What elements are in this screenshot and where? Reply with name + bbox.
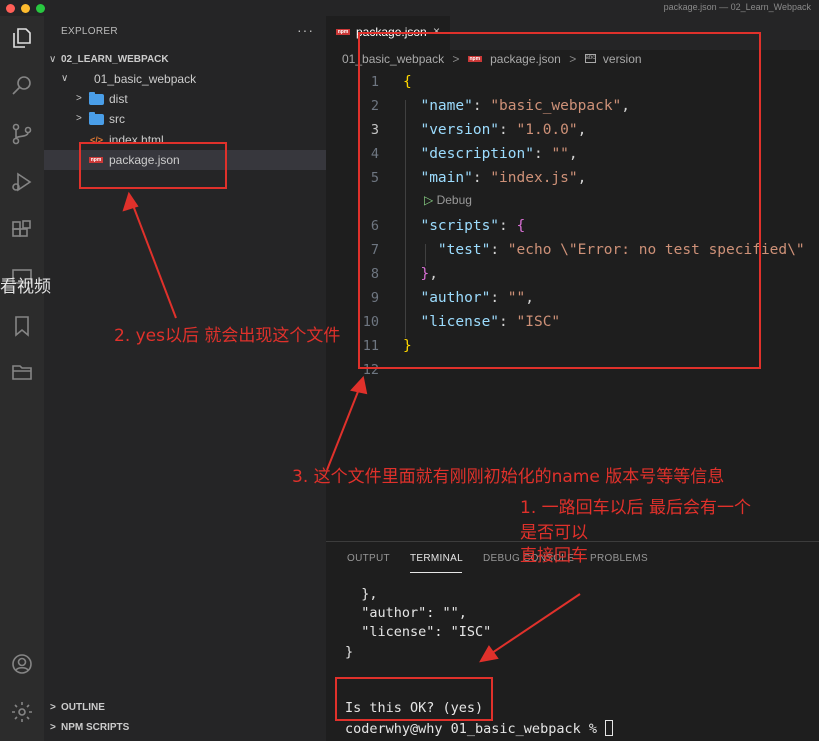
active-tab-indicator <box>410 572 462 573</box>
extensions-icon[interactable] <box>10 218 34 242</box>
tree-item-src[interactable]: > src <box>44 109 326 129</box>
tree-item-01-basic-webpack[interactable]: ∨ 01_basic_webpack <box>44 69 326 89</box>
terminal-line: "author": "", <box>345 605 467 621</box>
annotation-note-3: 3. 这个文件里面就有刚刚初始化的name 版本号等等信息 <box>292 467 725 487</box>
window-title: package.json — 02_Learn_Webpack <box>663 2 811 12</box>
annotation-note-1-line2: 是否可以 <box>520 523 588 543</box>
search-icon[interactable] <box>10 74 34 98</box>
folder-icon <box>89 92 104 105</box>
title-bar: package.json — 02_Learn_Webpack <box>0 0 819 16</box>
section-label: OUTLINE <box>61 702 105 713</box>
npm-scripts-section[interactable]: > NPM SCRIPTS <box>44 718 326 738</box>
tab-problems[interactable]: PROBLEMS <box>590 553 648 564</box>
explorer-sidebar: EXPLORER ··· ∨ 02_LEARN_WEBPACK ∨ 01_bas… <box>44 16 326 741</box>
tree-item-label: 01_basic_webpack <box>94 72 197 86</box>
account-icon[interactable] <box>10 652 34 676</box>
workspace-label: 02_LEARN_WEBPACK <box>61 54 169 65</box>
highlight-box-terminal <box>335 677 493 721</box>
tab-output[interactable]: OUTPUT <box>347 553 390 564</box>
folder-icon[interactable] <box>10 360 34 384</box>
run-debug-icon[interactable] <box>10 170 34 194</box>
tab-terminal[interactable]: TERMINAL <box>410 553 463 564</box>
annotation-note-1-line3: 直接回车 <box>520 546 588 566</box>
minimize-window-button[interactable] <box>21 4 30 13</box>
bookmark-icon[interactable] <box>10 314 34 338</box>
settings-gear-icon[interactable] <box>10 700 34 724</box>
more-actions-icon[interactable]: ··· <box>297 22 314 38</box>
terminal-line: } <box>345 644 354 660</box>
workspace-root[interactable]: ∨ 02_LEARN_WEBPACK <box>44 50 326 70</box>
chevron-down-icon: ∨ <box>61 73 69 84</box>
terminal-line: }, <box>345 586 378 602</box>
close-window-button[interactable] <box>6 4 15 13</box>
terminal-cursor <box>605 720 614 736</box>
source-control-icon[interactable] <box>10 122 34 146</box>
highlight-box-package-json <box>79 142 227 189</box>
folder-icon <box>89 112 104 125</box>
chevron-right-icon: > <box>50 702 56 713</box>
tree-item-dist[interactable]: > dist <box>44 89 326 109</box>
tree-item-label: src <box>109 112 125 126</box>
chevron-down-icon: ∨ <box>49 54 57 65</box>
chevron-right-icon: > <box>50 722 56 733</box>
highlight-box-editor <box>358 32 761 369</box>
explorer-header: EXPLORER <box>61 26 118 37</box>
outline-section[interactable]: > OUTLINE <box>44 698 326 718</box>
maximize-window-button[interactable] <box>36 4 45 13</box>
annotation-note-2: 2. yes以后 就会出现这个文件 <box>114 326 341 346</box>
terminal-prompt-text: coderwhy@why 01_basic_webpack % <box>345 721 606 737</box>
terminal-line: "license": "ISC" <box>345 624 492 640</box>
explorer-icon[interactable] <box>10 26 34 50</box>
npm-icon: npm <box>336 29 350 35</box>
chevron-right-icon: > <box>76 113 82 124</box>
terminal-prompt[interactable]: coderwhy@why 01_basic_webpack % <box>345 720 614 737</box>
activity-bar <box>0 16 44 741</box>
chevron-right-icon: > <box>76 93 82 104</box>
video-watermark-text: 看视频 <box>0 277 51 297</box>
section-label: NPM SCRIPTS <box>61 722 130 733</box>
annotation-note-1-line1: 1. 一路回车以后 最后会有一个 <box>520 498 752 518</box>
tree-item-label: dist <box>109 92 128 106</box>
